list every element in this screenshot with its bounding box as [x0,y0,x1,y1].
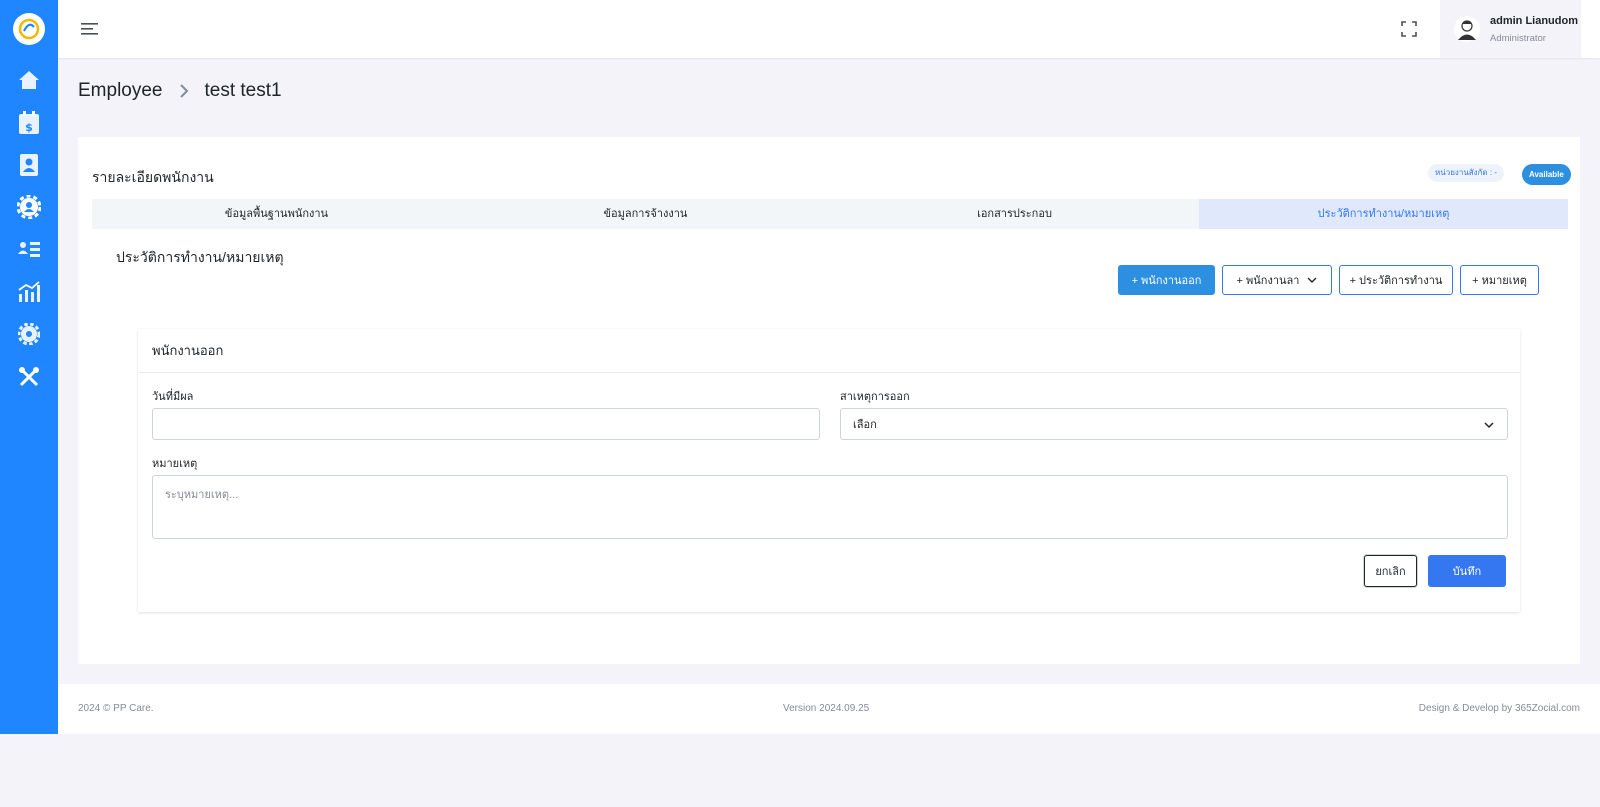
fullscreen-icon [1401,21,1417,37]
hamburger-icon [81,23,98,35]
tab-work-history[interactable]: ประวัติการทำงาน/หมายเหตุ [1199,199,1568,229]
add-remark-label: + หมายเหตุ [1472,275,1527,287]
nav-reports[interactable] [17,280,41,304]
breadcrumb-current: test test1 [204,80,282,101]
user-role: Administrator [1490,32,1546,44]
remark-placeholder: ระบุหมายเหตุ... [165,489,239,501]
tools-icon [19,367,39,387]
tab-basic-info[interactable]: ข้อมูลพื้นฐานพนักงาน [92,199,461,229]
nav-team-settings[interactable] [17,195,41,219]
payroll-calendar-icon: $ [19,111,39,134]
add-leave-label: + พนักงานลา [1236,275,1300,287]
tab-bar: ข้อมูลพื้นฐานพนักงาน ข้อมูลการจ้างงาน เอ… [92,199,1568,229]
topbar: admin Lianudom Administrator [58,0,1600,58]
contacts-book-icon [20,154,38,176]
nav-user-list[interactable] [17,237,41,261]
resign-form-panel: พนักงานออก วันที่มีผล สาเหตุการออก เลือก… [138,329,1520,612]
add-remark-button[interactable]: + หมายเหตุ [1460,265,1539,295]
remark-label: หมายเหตุ [152,458,198,470]
user-avatar-icon [1458,20,1476,40]
effective-date-input[interactable] [152,408,820,440]
footer: 2024 © PP Care. Version 2024.09.25 Desig… [58,684,1600,734]
add-resign-label: + พนักงานออก [1131,275,1202,287]
logo-icon [18,18,40,40]
reason-label: สาเหตุการออก [840,391,910,403]
footer-version: Version 2024.09.25 [783,703,870,714]
svg-text:$: $ [25,121,33,134]
employee-detail-card: รายละเอียดพนักงาน หน่วยงานสังกัด : - Ava… [78,137,1580,664]
status-badge: Available [1522,164,1571,185]
breadcrumb: Employee test test1 [78,80,282,102]
gear-icon [18,323,40,345]
app-logo[interactable] [13,13,45,45]
chart-icon [18,281,40,302]
footer-copyright: 2024 © PP Care. [78,703,154,714]
unit-badge: หน่วยงานสังกัด : - [1428,164,1504,182]
nav-contacts[interactable] [17,153,41,177]
reason-select[interactable]: เลือก [840,408,1508,440]
card-title: รายละเอียดพนักงาน [92,169,214,185]
effective-date-label: วันที่มีผล [152,391,194,403]
form-title: พนักงานออก [138,329,1520,373]
add-resign-button[interactable]: + พนักงานออก [1118,265,1215,295]
user-list-icon [18,242,40,257]
avatar [1454,16,1480,42]
chevron-down-icon [1307,277,1317,283]
remark-textarea[interactable]: ระบุหมายเหตุ... [152,475,1508,539]
save-button[interactable]: บันทึก [1428,555,1506,587]
breadcrumb-parent[interactable]: Employee [78,80,163,102]
add-leave-dropdown[interactable]: + พนักงานลา [1222,265,1332,295]
home-icon [19,71,39,89]
tab-employment[interactable]: ข้อมูลการจ้างงาน [461,199,830,229]
user-menu[interactable]: admin Lianudom Administrator [1440,0,1581,58]
fullscreen-button[interactable] [1399,19,1419,39]
nav-settings[interactable] [17,322,41,346]
team-gear-icon [17,195,41,219]
footer-credit: Design & Develop by 365Zocial.com [1418,703,1580,714]
menu-toggle-button[interactable] [80,19,100,39]
user-name: admin Lianudom [1490,14,1578,27]
add-work-history-label: + ประวัติการทำงาน [1349,275,1443,287]
tab-documents[interactable]: เอกสารประกอบ [830,199,1199,229]
chevron-right-icon [179,84,188,98]
cancel-button[interactable]: ยกเลิก [1364,555,1417,587]
section-title: ประวัติการทำงาน/หมายเหตุ [116,249,284,265]
nav-home[interactable] [17,68,41,92]
sidebar: $ [0,0,58,734]
add-work-history-button[interactable]: + ประวัติการทำงาน [1339,265,1453,295]
chevron-down-icon [1484,422,1494,429]
nav-payroll[interactable]: $ [17,111,41,135]
reason-select-value: เลือก [853,419,877,431]
nav-tools[interactable] [17,365,41,389]
